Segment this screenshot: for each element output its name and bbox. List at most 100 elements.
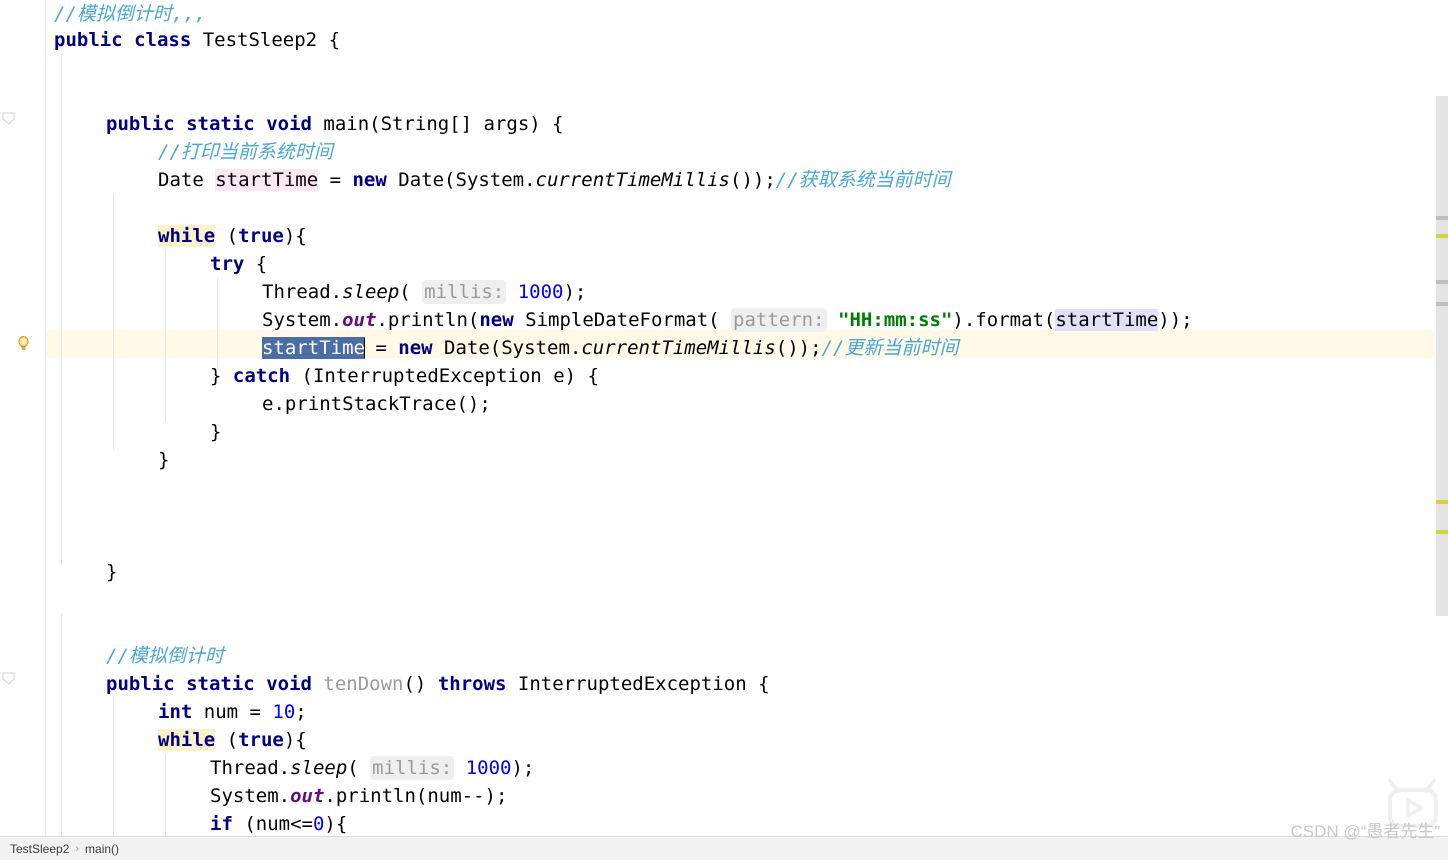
analysis-marker[interactable] xyxy=(1436,500,1448,504)
token-plain: () xyxy=(403,673,438,695)
token-field: out xyxy=(290,785,325,807)
token-hl-read: startTime xyxy=(1055,309,1159,331)
code-line-content: System.out.println(new SimpleDateFormat(… xyxy=(46,308,1193,332)
code-line-content: //模拟倒计时 xyxy=(46,645,224,667)
token-plain: System. xyxy=(210,785,291,807)
code-line-content: Thread.sleep( millis: 1000); xyxy=(46,756,534,780)
token-cmt: //打印当前系统时间 xyxy=(158,141,333,163)
code-line[interactable]: while (true){ xyxy=(0,726,1434,754)
token-kw: void xyxy=(266,113,312,135)
token-kw: catch xyxy=(232,365,291,387)
code-line[interactable] xyxy=(0,530,1434,558)
token-field: out xyxy=(342,309,377,331)
token-kw: true xyxy=(238,225,284,247)
code-line[interactable]: //打印当前系统时间 xyxy=(0,138,1434,166)
code-line[interactable]: } xyxy=(0,418,1434,446)
code-line-content xyxy=(46,589,54,611)
code-line-content: } xyxy=(46,561,117,583)
analysis-marker[interactable] xyxy=(1436,216,1448,220)
breadcrumb[interactable]: TestSleep2 › main() xyxy=(0,836,1448,860)
token-num: 1000 xyxy=(465,757,512,779)
code-line-content xyxy=(46,197,158,219)
analysis-marker[interactable] xyxy=(1436,302,1448,306)
code-line[interactable]: Thread.sleep( millis: 1000); xyxy=(0,754,1434,782)
code-line[interactable] xyxy=(0,614,1434,642)
token-kw: new xyxy=(398,337,433,359)
code-line-content: //打印当前系统时间 xyxy=(46,141,333,163)
code-line-content xyxy=(46,505,54,527)
token-methdec: tenDown xyxy=(323,673,404,695)
token-plain: SimpleDateFormat( xyxy=(513,309,732,331)
code-line-content: while (true){ xyxy=(46,225,307,247)
code-line-content xyxy=(46,57,54,79)
code-line[interactable]: while (true){ xyxy=(0,222,1434,250)
code-line[interactable]: //模拟倒计时,,, xyxy=(0,0,1434,28)
token-num: 0 xyxy=(312,813,325,835)
token-kw: static xyxy=(186,673,255,695)
code-line[interactable] xyxy=(0,586,1434,614)
breadcrumb-item-method[interactable]: main() xyxy=(83,842,121,856)
analysis-marker[interactable] xyxy=(1436,530,1448,534)
token-plain: ; xyxy=(295,701,307,723)
code-line[interactable]: int num = 10; xyxy=(0,698,1434,726)
token-cmt: //模拟倒计时 xyxy=(106,645,224,667)
code-line[interactable]: } xyxy=(0,446,1434,474)
token-plain: InterruptedException { xyxy=(506,673,770,695)
code-line[interactable]: public static void tenDown() throws Inte… xyxy=(0,670,1434,698)
scrollbar-track[interactable] xyxy=(1436,96,1448,616)
code-line[interactable]: Date startTime = new Date(System.current… xyxy=(0,166,1434,194)
code-line[interactable]: if (num<=0){ xyxy=(0,810,1434,836)
code-line[interactable]: } catch (InterruptedException e) { xyxy=(0,362,1434,390)
code-line[interactable] xyxy=(0,474,1434,502)
analysis-marker[interactable] xyxy=(1436,234,1448,238)
code-line[interactable]: public static void main(String[] args) { xyxy=(0,110,1434,138)
code-line[interactable]: Thread.sleep( millis: 1000); xyxy=(0,278,1434,306)
code-line[interactable]: } xyxy=(0,558,1434,586)
code-line[interactable]: e.printStackTrace(); xyxy=(0,390,1434,418)
token-plain: = xyxy=(363,337,399,359)
code-line[interactable] xyxy=(0,82,1434,110)
code-line[interactable] xyxy=(0,54,1434,82)
analysis-marker-bar[interactable] xyxy=(1434,0,1448,836)
video-play-icon xyxy=(1384,778,1442,834)
code-line[interactable] xyxy=(0,194,1434,222)
code-line[interactable]: System.out.println(new SimpleDateFormat(… xyxy=(0,306,1434,334)
token-kw: new xyxy=(479,309,514,331)
analysis-marker[interactable] xyxy=(1436,280,1448,284)
code-line-content: System.out.println(num--); xyxy=(46,785,507,807)
code-line-content xyxy=(46,477,158,499)
code-line[interactable]: System.out.println(num--); xyxy=(0,782,1434,810)
code-editor[interactable]: //模拟倒计时,,, public class TestSleep2 {publi… xyxy=(0,0,1448,836)
token-kw: new xyxy=(352,169,387,191)
token-kw: void xyxy=(266,673,312,695)
token-plain: e.printStackTrace(); xyxy=(262,393,491,415)
token-plain: ( xyxy=(347,757,371,779)
code-text-area[interactable]: //模拟倒计时,,, public class TestSleep2 {publi… xyxy=(0,0,1434,836)
code-line-content: try { xyxy=(46,253,267,275)
token-plain: TestSleep2 { xyxy=(191,29,341,51)
code-line[interactable]: public class TestSleep2 { xyxy=(0,26,1434,54)
token-cmt: //更新当前时间 xyxy=(821,337,959,359)
token-plain: .println(num--); xyxy=(324,785,508,807)
token-plain: { xyxy=(244,253,268,275)
code-line[interactable]: try { xyxy=(0,250,1434,278)
token-meth: sleep xyxy=(290,757,348,779)
token-plain: ).format( xyxy=(952,309,1056,331)
token-sel: startTime xyxy=(262,337,365,359)
token-plain: } xyxy=(210,421,222,443)
token-kw: true xyxy=(238,729,284,751)
token-kw: public xyxy=(106,113,175,135)
token-plain: ()); xyxy=(775,337,822,359)
code-line[interactable]: startTime = new Date(System.currentTimeM… xyxy=(0,334,1434,362)
code-line[interactable] xyxy=(0,502,1434,530)
token-plain: ( xyxy=(215,729,239,751)
breadcrumb-item-class[interactable]: TestSleep2 xyxy=(8,842,71,856)
token-plain: Date(System. xyxy=(432,337,582,359)
token-kw: throws xyxy=(437,673,507,695)
token-kw: class xyxy=(134,29,192,51)
token-plain: ( xyxy=(215,225,239,247)
code-line[interactable]: //模拟倒计时 xyxy=(0,642,1434,670)
token-num: 10 xyxy=(272,701,296,723)
code-line-content: public static void main(String[] args) { xyxy=(46,113,564,135)
